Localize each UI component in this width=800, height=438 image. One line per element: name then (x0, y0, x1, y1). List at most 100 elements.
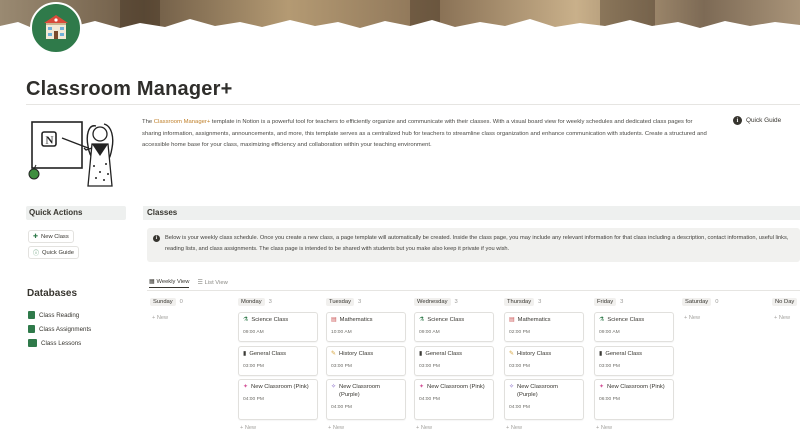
calendar-icon: ▦ (149, 279, 155, 285)
column-header[interactable]: Wednesday 3 (414, 296, 494, 308)
column-header[interactable]: Tuesday 3 (326, 296, 406, 308)
class-card[interactable]: ▤ Mathematics 02:00 PM (504, 312, 584, 342)
classes-callout: i Below is your weekly class schedule. O… (147, 228, 800, 262)
quick-guide-button[interactable]: ⓘ Quick Guide (28, 246, 79, 259)
new-card-button[interactable]: + New (238, 425, 256, 431)
card-title: New Classroom (Pink) (251, 384, 309, 390)
column-header[interactable]: Thursday 3 (504, 296, 584, 308)
class-card[interactable]: ⚗ Science Class 09:00 AM (414, 312, 494, 342)
tab-label: Weekly View (156, 279, 190, 285)
new-card-button[interactable]: + New (682, 315, 700, 321)
card-title: Science Class (251, 317, 289, 323)
flask-icon: ⚗ (419, 317, 425, 323)
card-title-row: ✧ New Classroom (Purple) (331, 383, 401, 399)
column-count: 3 (358, 299, 362, 305)
column-count: 3 (454, 299, 458, 305)
sparkle-icon: ✧ (509, 384, 515, 390)
card-title-row: ▮ General Class (243, 350, 313, 358)
column-count: 0 (715, 299, 719, 305)
card-title: General Class (425, 351, 463, 357)
class-card[interactable]: ▮ General Class 03:00 PM (414, 346, 494, 376)
new-card-button[interactable]: + New (772, 315, 790, 321)
column-count: 0 (179, 299, 183, 305)
card-title-row: ▮ General Class (599, 350, 669, 358)
tab-weekly-view[interactable]: ▦ Weekly View (149, 279, 190, 288)
card-time: 03:00 PM (243, 364, 264, 369)
info-icon: i (733, 116, 742, 125)
info-icon: i (153, 235, 160, 242)
card-time: 03:00 PM (509, 364, 530, 369)
flask-icon: ⚗ (599, 317, 605, 323)
board-column-wednesday: Wednesday 3 ⚗ Science Class 09:00 AM ▮ General… (414, 296, 494, 431)
card-title: History Class (517, 351, 552, 357)
card-title-row: ✎ History Class (509, 350, 579, 358)
class-card[interactable]: ✦ New Classroom (Pink) 06:00 PM (594, 379, 674, 420)
class-card[interactable]: ✎ History Class 03:00 PM (326, 346, 406, 376)
column-header[interactable]: Monday 3 (238, 296, 318, 308)
new-class-label: New Class (41, 233, 69, 240)
card-title: Mathematics (339, 317, 373, 323)
new-card-button[interactable]: + New (326, 425, 344, 431)
quick-guide-link[interactable]: i Quick Guide (733, 116, 781, 125)
teacher-illustration: N (28, 121, 114, 187)
star-icon: ✦ (243, 384, 249, 390)
list-icon: ☰ (197, 279, 203, 286)
torn-paper-edge (0, 19, 800, 30)
card-time: 04:00 PM (509, 405, 530, 410)
database-label: Class Reading (39, 311, 80, 319)
board-column-monday: Monday 3 ⚗ Science Class 09:00 AM ▮ General Cl… (238, 296, 318, 431)
card-time: 09:00 AM (243, 330, 264, 335)
card-time: 09:00 AM (419, 330, 440, 335)
database-link-class-reading[interactable]: Class Reading (28, 311, 79, 319)
board-column-tuesday: Tuesday 3 ▤ Mathematics 10:00 AM ✎ History Cla… (326, 296, 406, 431)
card-title: Mathematics (517, 317, 551, 323)
card-title-row: ⚗ Science Class (419, 316, 489, 324)
class-card[interactable]: ▮ General Class 03:00 PM (594, 346, 674, 376)
card-title-row: ▮ General Class (419, 350, 489, 358)
calculator-icon: ▤ (509, 317, 515, 323)
class-card[interactable]: ⚗ Science Class 09:00 AM (238, 312, 318, 342)
column-header[interactable]: No Day (772, 296, 800, 308)
card-time: 06:00 PM (599, 397, 620, 402)
card-title: New Classroom (Pink) (607, 384, 665, 390)
column-header[interactable]: Saturday 0 (682, 296, 762, 308)
column-day-label: Monday (238, 298, 265, 306)
database-link-class-assignments[interactable]: Class Assignments (28, 325, 91, 333)
class-card[interactable]: ✎ History Class 03:00 PM (504, 346, 584, 376)
page-title: Classroom Manager+ (26, 78, 233, 100)
column-header[interactable]: Sunday 0 (150, 296, 230, 308)
board-column-no-day: No Day + New (772, 296, 800, 321)
class-card[interactable]: ▮ General Class 03:00 PM (238, 346, 318, 376)
class-card[interactable]: ⚗ Science Class 09:00 AM (594, 312, 674, 342)
book-icon: ▮ (243, 351, 247, 357)
new-card-button[interactable]: + New (150, 315, 168, 321)
card-title-row: ✎ History Class (331, 350, 401, 358)
card-time: 04:00 PM (331, 405, 352, 410)
column-header[interactable]: Friday 3 (594, 296, 674, 308)
new-card-button[interactable]: + New (594, 425, 612, 431)
board-column-friday: Friday 3 ⚗ Science Class 09:00 AM ▮ General Cl… (594, 296, 674, 431)
view-tabs: ▦ Weekly View ☰ List View (149, 279, 228, 288)
board-column-thursday: Thursday 3 ▤ Mathematics 02:00 PM ✎ History Cl… (504, 296, 584, 431)
class-card[interactable]: ✦ New Classroom (Pink) 04:00 PM (238, 379, 318, 420)
card-title: New Classroom (Purple) (339, 384, 380, 398)
description-highlight[interactable]: Classroom Manager+ (154, 119, 210, 125)
card-title-row: ▤ Mathematics (331, 316, 401, 324)
class-card[interactable]: ✧ New Classroom (Purple) 04:00 PM (504, 379, 584, 420)
card-title: New Classroom (Pink) (427, 384, 485, 390)
database-icon (28, 339, 37, 347)
cover-image (0, 0, 800, 30)
tab-list-view[interactable]: ☰ List View (197, 279, 227, 288)
class-card[interactable]: ▤ Mathematics 10:00 AM (326, 312, 406, 342)
new-class-button[interactable]: ✚ New Class (28, 230, 74, 243)
flask-icon: ⚗ (243, 317, 249, 323)
database-link-class-lessons[interactable]: Class Lessons (28, 339, 81, 347)
quick-actions-header: Quick Actions (26, 206, 126, 220)
info-icon: ⓘ (33, 251, 40, 257)
class-card[interactable]: ✦ New Classroom (Pink) 04:00 PM (414, 379, 494, 420)
new-card-button[interactable]: + New (504, 425, 522, 431)
column-day-label: Tuesday (326, 298, 355, 306)
calculator-icon: ▤ (331, 317, 337, 323)
new-card-button[interactable]: + New (414, 425, 432, 431)
class-card[interactable]: ✧ New Classroom (Purple) 04:00 PM (326, 379, 406, 420)
